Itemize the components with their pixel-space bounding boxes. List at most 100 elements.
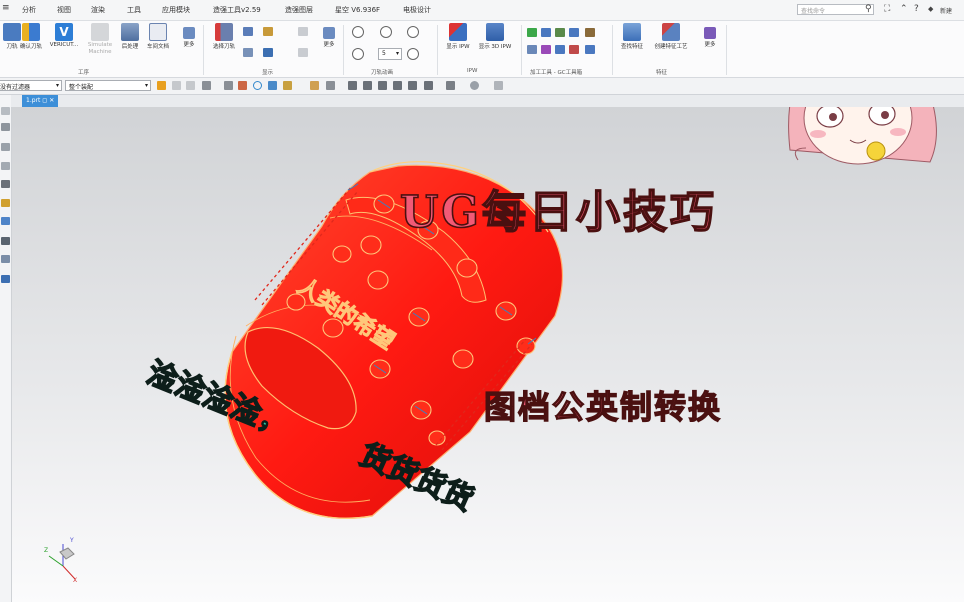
chevron-up-icon[interactable]: ⌃ [900,4,908,14]
display-sn-icon[interactable] [263,48,273,57]
step-forward-icon[interactable] [407,48,419,60]
verify-icon [22,23,40,41]
play-icon[interactable] [407,26,419,38]
snap-point-icon[interactable] [326,81,335,90]
gc-tool-icon[interactable] [541,45,551,54]
view-rotate-icon[interactable] [393,81,402,90]
section-view-icon[interactable] [446,81,455,90]
ribbon: 刀轨 确认刀轨 V VERICUT... Simulate Machine 后处… [0,21,964,78]
constraint-navigator-icon[interactable] [1,143,10,151]
gc-tool-icon[interactable] [569,28,579,37]
rewind-icon[interactable] [352,26,364,38]
pin-icon[interactable]: ◻ [42,97,47,104]
snap-icon[interactable] [202,81,211,90]
simulate-icon [91,23,109,41]
menu-zaoqiang-layer[interactable]: 造强图层 [285,5,313,15]
vericut-icon: V [55,23,73,41]
part-navigator-icon[interactable] [1,107,10,115]
snap-circle-icon[interactable] [253,81,262,90]
gc-tool-icon[interactable] [585,45,595,54]
vericut-button[interactable]: V VERICUT... [44,23,84,48]
gc-tool-icon[interactable] [569,45,579,54]
menu-zaoqiang-tools[interactable]: 造强工具v2.59 [213,5,261,15]
view-orient-icon[interactable] [408,81,417,90]
gc-tool-icon[interactable] [555,45,565,54]
gc-tool-icon[interactable] [555,28,565,37]
tab-part-file[interactable]: 1.prt ◻ ✕ [22,95,59,107]
snap-point-icon[interactable] [310,81,319,90]
group-label-animation: 刀轨动画 [371,70,394,76]
query-feature-button[interactable]: 查找特征 [612,23,652,50]
show-ipw-button[interactable]: 显示 IPW [438,23,478,50]
view-triad[interactable]: Y X Z [44,537,77,584]
command-search-input[interactable]: 查找命令 [797,4,874,15]
type-filter-select[interactable]: 没有过滤器 ▾ [0,80,62,91]
view-fit-icon[interactable] [348,81,357,90]
chevron-down-icon: ▾ [395,50,399,57]
create-feature-process-button[interactable]: 创建特征工艺 [651,23,691,50]
search-icon[interactable]: ⚲ [865,4,872,14]
menu-xingkong[interactable]: 星空 V6.936F [335,5,380,15]
menu-render[interactable]: 渲染 [91,5,105,15]
menu-view[interactable]: 视图 [57,5,71,15]
gc-tool-icon[interactable] [527,45,537,54]
operation-navigator-icon[interactable] [1,180,10,188]
render-style-icon[interactable] [424,81,433,90]
snap-point-icon[interactable] [238,81,247,90]
menu-application[interactable]: 应用模块 [162,5,190,15]
display-arrow-up-icon[interactable] [298,27,308,36]
more-button-feature[interactable]: 更多 [690,23,730,48]
display-tool-icon[interactable] [243,27,253,36]
roles-icon[interactable] [1,237,10,245]
query-feature-icon [623,23,641,41]
more-icon [704,27,716,39]
menu-electrode[interactable]: 电极设计 [403,5,431,15]
system-materials-icon[interactable] [1,255,10,263]
menu-tools[interactable]: 工具 [127,5,141,15]
group-label-feature: 特征 [656,70,668,76]
create-feature-icon [662,23,680,41]
group-separator [726,25,727,75]
triad-x-label: X [73,577,77,584]
fullscreen-icon[interactable]: ⛶ [884,4,890,14]
gc-tool-icon[interactable] [541,28,551,37]
display-grid-icon[interactable] [243,48,253,57]
group-separator [343,25,344,75]
view-pan-icon[interactable] [378,81,387,90]
view-zoom-icon[interactable] [363,81,372,90]
gc-tool-icon[interactable] [585,28,595,37]
new-label[interactable]: 新建 [940,6,952,15]
pause-icon[interactable] [380,26,392,38]
display-arrow-down-icon[interactable] [298,48,308,57]
close-icon[interactable]: ✕ [49,97,54,104]
snap-icon[interactable] [172,81,181,90]
triad-z-label: Z [44,547,48,554]
help-icon[interactable]: ? [914,4,919,14]
new-icon[interactable]: ◆ [928,5,933,13]
history-icon[interactable] [1,217,10,225]
show-3d-ipw-button[interactable]: 显示 3D IPW [475,23,515,50]
animation-speed-select[interactable]: 5 ▾ [378,48,402,60]
reuse-library-icon[interactable] [1,162,10,170]
display-icon[interactable] [494,81,503,90]
machine-navigator-icon[interactable] [1,199,10,207]
select-filter-icon[interactable] [157,81,166,90]
step-back-icon[interactable] [352,48,364,60]
selection-scope-select[interactable]: 整个装配 ▾ [65,80,151,91]
menu-analysis[interactable]: 分析 [22,5,36,15]
background-icon[interactable] [470,81,479,90]
resource-bar [0,95,12,602]
more-icon [183,27,195,39]
gc-tool-icon[interactable] [527,28,537,37]
document-tab-bar: 1.prt ◻ ✕ [11,95,964,107]
display-box-icon[interactable] [263,27,273,36]
snap-point-icon[interactable] [224,81,233,90]
select-tool-path-button[interactable]: 选择刀轨 [204,23,244,50]
menu-overflow-icon[interactable]: ≡ [2,3,10,13]
snap-point-icon[interactable] [283,81,292,90]
snap-icon[interactable] [186,81,195,90]
assembly-navigator-icon[interactable] [1,123,10,131]
group-label-display: 显示 [262,70,274,76]
web-browser-icon[interactable] [1,275,10,283]
snap-point-icon[interactable] [268,81,277,90]
